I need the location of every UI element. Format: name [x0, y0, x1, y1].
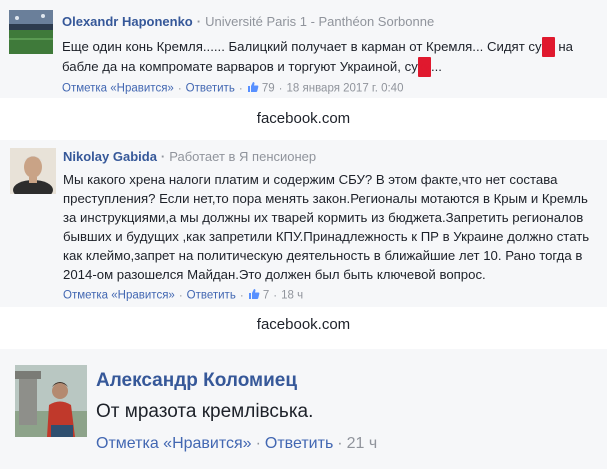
comment-actions: Отметка «Нравится» · Ответить · 79 · 18 январ… [62, 81, 404, 96]
censor-mark: ки [417, 57, 431, 77]
like-link[interactable]: Отметка «Нравится» [63, 290, 175, 302]
reply-link[interactable]: Ответить [186, 83, 235, 95]
comment-author[interactable]: Olexandr Haponenko · Université Paris 1 - … [62, 14, 434, 29]
comment-time[interactable]: 21 ч [347, 435, 378, 452]
like-count: 7 [262, 289, 270, 302]
source-label: facebook.com [256, 110, 351, 127]
author-name[interactable]: Александр Коломиец [96, 370, 297, 391]
comment-time[interactable]: 18 января 2017 г. 0:40 [287, 83, 404, 95]
avatar[interactable] [10, 148, 56, 194]
comment-text: От мразота кремлівська. [96, 401, 314, 422]
comment-author[interactable]: Nikolay Gabida · Работает в Я пенсионер [63, 149, 316, 164]
author-info: Université Paris 1 - Panthéon Sorbonne [205, 14, 435, 29]
avatar[interactable] [9, 10, 53, 54]
comment-time[interactable]: 18 ч [281, 290, 303, 302]
reply-link[interactable]: Ответить [187, 290, 236, 302]
author-info: Работает в Я пенсионер [169, 149, 317, 164]
avatar[interactable] [15, 365, 87, 437]
author-name[interactable]: Nikolay Gabida [63, 149, 157, 164]
comment-text: Мы какого хрена налоги платим и содержим… [63, 172, 590, 282]
like-link[interactable]: Отметка «Нравится» [62, 83, 174, 95]
like-link[interactable]: Отметка «Нравится» [96, 435, 252, 452]
comment-author[interactable]: Александр Коломиец [96, 370, 297, 392]
source-label: facebook.com [256, 316, 351, 333]
comment-1: Olexandr Haponenko · Université Paris 1 - … [0, 0, 607, 98]
comment-actions: Отметка «Нравится» · Ответить · 21 ч [96, 435, 378, 452]
comment-actions: Отметка «Нравится» · Ответить · 7 · 18 ч [63, 288, 304, 303]
reply-link[interactable]: Ответить [265, 435, 333, 452]
author-name[interactable]: Olexandr Haponenko [62, 14, 193, 29]
comment-3: Александр Коломиец От мразота кремлівськ… [0, 349, 607, 469]
censor-mark: ки [541, 37, 555, 57]
comment-2: Nikolay Gabida · Работает в Я пенсионер Мы… [0, 140, 607, 307]
like-count: 79 [261, 82, 275, 95]
thumbs-up-icon [248, 288, 260, 303]
thumbs-up-icon [247, 81, 259, 96]
comment-text: Еще один конь Кремля...... Балицкий полу… [62, 37, 573, 77]
